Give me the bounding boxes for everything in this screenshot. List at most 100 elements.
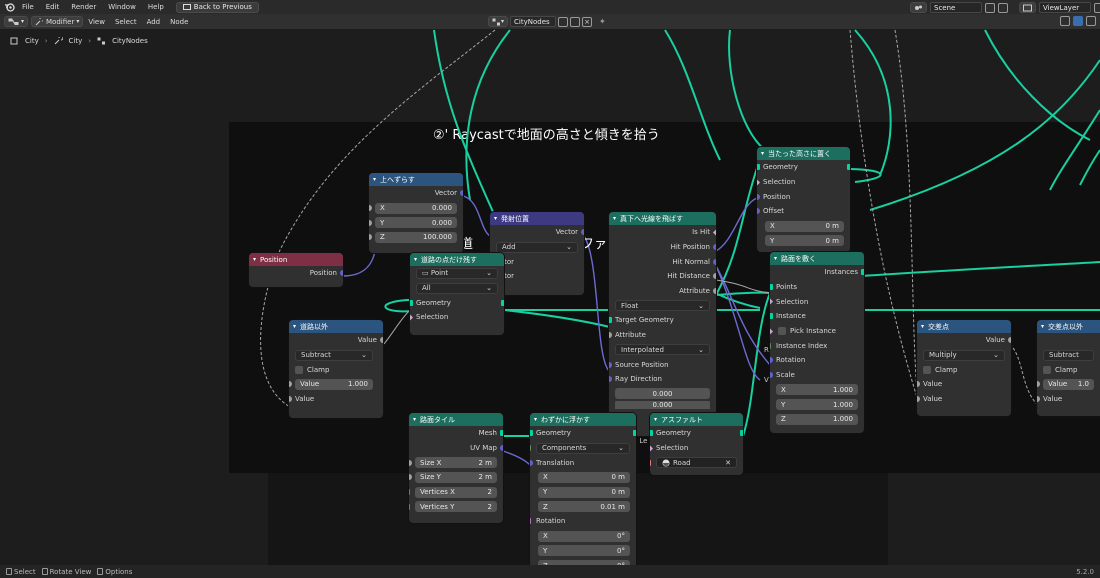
vertices-y-field[interactable]: Vertices Y 2: [415, 501, 497, 513]
vector-y-field[interactable]: Y 0.000: [375, 217, 457, 229]
input-socket[interactable]: [609, 332, 612, 339]
node-header[interactable]: ▾ 道路の点だけ残す: [410, 253, 504, 266]
shield-icon[interactable]: [558, 16, 569, 27]
operation-dropdown[interactable]: Add ⌄: [496, 241, 578, 253]
size-y-field[interactable]: Size Y 2 m: [415, 471, 497, 483]
input-socket[interactable]: [770, 298, 774, 306]
scale-z-field[interactable]: Z 1.000: [776, 413, 858, 425]
input-socket[interactable]: [609, 361, 612, 368]
header-menu-add[interactable]: Add: [142, 18, 166, 26]
input-socket[interactable]: [757, 164, 760, 171]
output-socket[interactable]: [847, 164, 850, 171]
node-slight-lift-transform[interactable]: ▾ わずかに浮かす Geometry Components ⌄ Translatio…: [530, 413, 636, 565]
ray-direction-y-field[interactable]: 0.000: [615, 401, 710, 410]
interpolation-dropdown[interactable]: Interpolated ⌄: [615, 344, 710, 356]
node-not-intersection[interactable]: ▾ 交差点以外 Subtract Clamp Value 1.0 Value: [1037, 320, 1100, 416]
overlays-icon[interactable]: [1073, 16, 1083, 26]
menu-file[interactable]: File: [16, 3, 40, 11]
node-asphalt-material[interactable]: ▾ アスファルト Geometry Selection Road ✕: [650, 413, 743, 475]
node-header[interactable]: ▾ 当たった高さに置く: [757, 147, 850, 160]
collapse-chevron-icon[interactable]: ▾: [293, 323, 296, 330]
node-set-position[interactable]: ▾ 当たった高さに置く Geometry Selection Position O…: [757, 147, 850, 252]
output-socket[interactable]: [713, 288, 716, 295]
collapse-chevron-icon[interactable]: ▾: [654, 416, 657, 423]
modifier-dropdown[interactable]: Modifier ▾: [31, 16, 84, 27]
node-raycast[interactable]: ▾ 真下へ光線を飛ばす Is Hit Hit Position Hit Norma…: [609, 212, 716, 436]
node-header[interactable]: ▾ 真下へ光線を飛ばす: [609, 212, 716, 225]
collapse-chevron-icon[interactable]: ▾: [414, 256, 417, 263]
operation-dropdown[interactable]: Subtract: [1043, 349, 1094, 361]
data-type-dropdown[interactable]: Float ⌄: [615, 300, 710, 312]
menu-help[interactable]: Help: [142, 3, 170, 11]
sidebar-toggle-icon[interactable]: [1060, 16, 1070, 26]
output-socket[interactable]: [713, 258, 716, 265]
new-scene-icon[interactable]: [985, 2, 995, 13]
collapse-chevron-icon[interactable]: ▾: [761, 150, 764, 157]
input-socket[interactable]: [530, 459, 533, 466]
output-socket[interactable]: [500, 430, 503, 437]
vertices-x-field[interactable]: Vertices X 2: [415, 486, 497, 498]
scale-x-field[interactable]: X 1.000: [776, 384, 858, 396]
value-field[interactable]: Value 1.000: [295, 378, 373, 390]
material-selector[interactable]: Road ✕: [656, 457, 737, 469]
node-instance-on-points[interactable]: ▾ 路面を敷く Instances Points Selection Instan…: [770, 252, 864, 433]
node-tree-name-field[interactable]: CityNodes: [510, 16, 557, 27]
clamp-checkbox[interactable]: [295, 365, 303, 374]
input-socket[interactable]: [410, 313, 414, 321]
menu-render[interactable]: Render: [65, 3, 102, 11]
collapse-chevron-icon[interactable]: ▾: [613, 215, 616, 222]
input-socket[interactable]: [917, 396, 920, 403]
node-offset-up[interactable]: ▾ 上へずらす Vector X 0.000 Y 0.000 Z 100.000: [369, 173, 463, 253]
translation-y-field[interactable]: Y 0 m: [538, 486, 630, 498]
collapse-chevron-icon[interactable]: ▾: [921, 323, 924, 330]
menu-window[interactable]: Window: [102, 3, 142, 11]
input-socket[interactable]: [609, 376, 612, 383]
viewlayer-icon-button[interactable]: [1019, 2, 1036, 13]
collapse-chevron-icon[interactable]: ▾: [1041, 323, 1044, 330]
scene-name-field[interactable]: Scene: [930, 2, 982, 13]
rotation-x-field[interactable]: X 0°: [538, 530, 630, 542]
node-keep-road-points[interactable]: ▾ 道路の点だけ残す ▭ Point ⌄ All ⌄ Geometry Selecti…: [410, 253, 504, 335]
output-socket[interactable]: [380, 337, 383, 344]
viewlayer-name-field[interactable]: ViewLayer: [1039, 2, 1091, 13]
node-header[interactable]: ▾ アスファルト: [650, 413, 743, 426]
header-menu-select[interactable]: Select: [110, 18, 142, 26]
duplicate-icon[interactable]: [570, 16, 581, 27]
clear-material-icon[interactable]: ✕: [725, 459, 731, 467]
size-x-field[interactable]: Size X 2 m: [415, 457, 497, 469]
node-header[interactable]: ▾ わずかに浮かす: [530, 413, 636, 426]
input-socket[interactable]: [530, 445, 531, 452]
value-field[interactable]: Value 1.0: [1043, 378, 1094, 390]
clamp-checkbox[interactable]: [923, 365, 931, 374]
collapse-chevron-icon[interactable]: ▾: [534, 416, 537, 423]
operation-dropdown[interactable]: Subtract ⌄: [295, 349, 373, 361]
node-not-road[interactable]: ▾ 道路以外 Value Subtract ⌄ Clamp Value 1.000 V…: [289, 320, 383, 418]
input-socket[interactable]: [1037, 396, 1040, 403]
translation-z-field[interactable]: Z 0.01 m: [538, 501, 630, 513]
input-socket[interactable]: [650, 430, 653, 437]
rotation-y-field[interactable]: Y 0°: [538, 545, 630, 557]
node-header[interactable]: ▾ 発射位置: [490, 212, 584, 225]
mode-dropdown[interactable]: All ⌄: [416, 282, 498, 294]
close-icon[interactable]: ×: [582, 16, 593, 27]
input-socket[interactable]: [530, 518, 531, 525]
output-socket[interactable]: [581, 229, 584, 236]
new-viewlayer-icon[interactable]: [1094, 2, 1100, 13]
operation-dropdown[interactable]: Multiply ⌄: [923, 349, 1005, 361]
node-header[interactable]: ▾ 上へずらす: [369, 173, 463, 186]
ray-direction-x-field[interactable]: 0.000: [615, 388, 710, 400]
mode-dropdown[interactable]: Components ⌄: [536, 442, 630, 454]
input-socket[interactable]: [1037, 381, 1040, 388]
scene-icon-button[interactable]: [910, 2, 927, 13]
input-socket[interactable]: [369, 234, 372, 241]
vector-x-field[interactable]: X 0.000: [375, 202, 457, 214]
output-socket[interactable]: [633, 430, 636, 437]
input-socket[interactable]: [530, 430, 533, 437]
offset-x-field[interactable]: X 0 m: [765, 220, 844, 232]
input-socket[interactable]: [369, 205, 372, 212]
input-socket[interactable]: [770, 327, 774, 335]
input-socket[interactable]: [770, 342, 771, 349]
pick-instance-checkbox[interactable]: [778, 327, 786, 336]
blender-logo-icon[interactable]: [2, 0, 16, 14]
output-socket[interactable]: [500, 445, 503, 452]
